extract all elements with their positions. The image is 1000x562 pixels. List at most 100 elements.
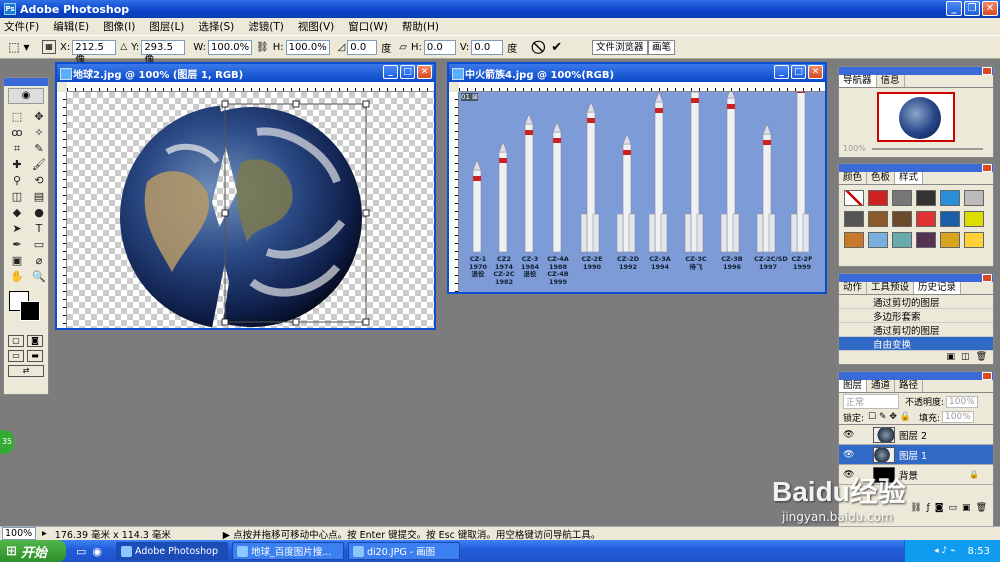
magic-wand-tool-icon[interactable]: ✧ — [30, 125, 48, 140]
link-icon[interactable]: ⛓ — [256, 42, 269, 53]
task-browser[interactable]: 地球_百度图片搜... — [232, 542, 345, 560]
doc-minimize-button[interactable]: _ — [383, 65, 398, 79]
slice-tool-icon[interactable]: ✎ — [30, 141, 48, 156]
style-swatch[interactable] — [844, 190, 864, 206]
background-color-swatch[interactable] — [20, 301, 40, 321]
menu-select[interactable]: 选择(S) — [198, 19, 234, 34]
side-badge[interactable]: 35 — [0, 430, 14, 454]
panel-close-icon-4[interactable] — [982, 372, 992, 380]
panel-close-icon-2[interactable] — [982, 164, 992, 172]
tray-icons[interactable]: ◂ ♪ ⌁ — [934, 546, 955, 556]
style-swatch[interactable] — [892, 211, 912, 227]
dodge-tool-icon[interactable]: ● — [30, 205, 48, 220]
style-swatch[interactable] — [844, 211, 864, 227]
doc-maximize-button[interactable]: □ — [400, 65, 415, 79]
pen-tool-icon[interactable]: ✒ — [8, 237, 26, 252]
eye-icon[interactable]: 👁 — [843, 430, 854, 440]
tab-tool-presets[interactable]: 工具预设 — [867, 282, 915, 294]
zoom-slider[interactable] — [871, 147, 983, 150]
tab-navigator[interactable]: 导航器 — [839, 75, 877, 87]
menu-filter[interactable]: 滤镜(T) — [248, 19, 284, 34]
mask-icon[interactable]: ◙ — [935, 503, 944, 513]
file-browser-tab[interactable]: 文件浏览器 — [592, 40, 648, 55]
hskew-field[interactable]: 0.0 — [423, 39, 456, 55]
new-group-icon[interactable]: ▭ — [949, 503, 958, 513]
zoom-tool-icon[interactable]: 🔍 — [30, 269, 48, 284]
photoshop-eye-icon[interactable]: ◉ — [8, 88, 44, 104]
style-swatch[interactable] — [916, 232, 936, 248]
menu-edit[interactable]: 编辑(E) — [53, 19, 89, 34]
style-swatch[interactable] — [868, 232, 888, 248]
doc2-close-button[interactable]: ✕ — [808, 65, 823, 79]
y-field[interactable]: 293.5 像 — [141, 39, 186, 66]
brush-tool-icon[interactable]: 🖌 — [30, 157, 48, 172]
type-tool-icon[interactable]: T — [30, 221, 48, 236]
menu-layer[interactable]: 图层(L) — [149, 19, 184, 34]
style-swatch[interactable] — [916, 211, 936, 227]
screen-mode-icon[interactable]: ▭ — [8, 350, 24, 362]
shape-tool-icon[interactable]: ▭ — [30, 237, 48, 252]
history-item[interactable]: 通过剪切的图层 — [839, 323, 993, 337]
x-field[interactable]: 212.5 像 — [72, 39, 117, 66]
healing-brush-icon[interactable]: ✚ — [8, 157, 26, 172]
new-layer-icon[interactable]: ▣ — [962, 503, 971, 513]
quick-launch-icon[interactable]: ◉ — [92, 545, 102, 558]
eyedropper-tool-icon[interactable]: ⌀ — [30, 253, 48, 268]
eye-icon[interactable]: 👁 — [843, 450, 854, 460]
history-item-selected[interactable]: 自由变换 — [839, 337, 993, 351]
new-document-from-state-icon[interactable]: ▣ — [947, 352, 956, 362]
start-button[interactable]: ⊞ 开始 — [0, 540, 66, 562]
angle-field[interactable]: 0.0 — [347, 39, 378, 55]
task-paint[interactable]: di20.JPG - 画图 — [348, 542, 461, 560]
task-photoshop[interactable]: Adobe Photoshop — [116, 542, 229, 560]
quick-mask-icon[interactable]: ◙ — [27, 335, 43, 347]
eraser-tool-icon[interactable]: ◫ — [8, 189, 26, 204]
blend-mode-select[interactable]: 正常 — [843, 394, 899, 409]
doc2-maximize-button[interactable]: □ — [791, 65, 806, 79]
history-item[interactable]: 多边形套索 — [839, 309, 993, 323]
w-field[interactable]: 100.0% — [207, 39, 252, 55]
delete-layer-icon[interactable]: 🗑 — [976, 503, 987, 513]
menu-window[interactable]: 窗口(W) — [348, 19, 388, 34]
crop-tool-icon[interactable]: ⌗ — [8, 141, 26, 156]
layer-row[interactable]: 👁 图层 2 — [839, 425, 993, 445]
tab-swatches[interactable]: 色板 — [867, 172, 896, 184]
marquee-tool-icon[interactable]: ⬚ — [8, 109, 26, 124]
canvas-rockets[interactable]: 01 ⊠ CZ-1 1970 退役 CZ2 1974 CZ-2C 1982 CZ-3… — [459, 92, 825, 292]
move-tool-icon[interactable]: ✥ — [30, 109, 48, 124]
canvas-earth[interactable] — [67, 92, 434, 328]
menu-file[interactable]: 文件(F) — [4, 19, 39, 34]
menu-image[interactable]: 图像(I) — [103, 19, 135, 34]
reference-point-icon[interactable]: ▦ — [42, 40, 56, 54]
history-brush-icon[interactable]: ⟲ — [30, 173, 48, 188]
notes-tool-icon[interactable]: ▣ — [8, 253, 26, 268]
style-swatch[interactable] — [892, 190, 912, 206]
jump-to-imageready-icon[interactable]: ⇄ — [8, 365, 44, 377]
doc-close-button[interactable]: ✕ — [417, 65, 432, 79]
h-field[interactable]: 100.0% — [285, 39, 330, 55]
layer-row-selected[interactable]: 👁 图层 1 — [839, 445, 993, 465]
style-swatch[interactable] — [940, 232, 960, 248]
tab-color[interactable]: 颜色 — [839, 172, 868, 184]
tab-layers[interactable]: 图层 — [839, 380, 868, 392]
style-swatch[interactable] — [940, 190, 960, 206]
style-swatch[interactable] — [844, 232, 864, 248]
lock-icons[interactable]: ☐ ✎ ✥ 🔒 — [868, 412, 911, 422]
style-swatch[interactable] — [868, 190, 888, 206]
new-snapshot-icon[interactable]: ◫ — [961, 352, 970, 362]
standard-mode-icon[interactable]: ▢ — [8, 335, 24, 347]
brushes-tab[interactable]: 画笔 — [648, 40, 676, 55]
tab-styles[interactable]: 样式 — [895, 172, 924, 184]
panel-close-icon-3[interactable] — [982, 274, 992, 282]
status-zoom-field[interactable]: 100% — [2, 527, 36, 540]
style-swatch[interactable] — [892, 232, 912, 248]
tab-paths[interactable]: 路径 — [895, 380, 924, 392]
style-swatch[interactable] — [916, 190, 936, 206]
hand-tool-icon[interactable]: ✋ — [8, 269, 26, 284]
style-swatch[interactable] — [964, 190, 984, 206]
menu-view[interactable]: 视图(V) — [298, 19, 334, 34]
tab-info[interactable]: 信息 — [877, 75, 905, 87]
navigator-zoom[interactable]: 100% — [843, 144, 866, 153]
style-swatch[interactable] — [868, 211, 888, 227]
minimize-button[interactable]: _ — [946, 1, 962, 16]
